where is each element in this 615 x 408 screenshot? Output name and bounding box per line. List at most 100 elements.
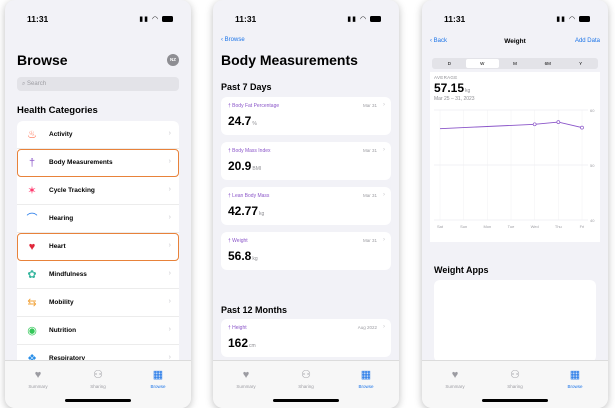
tab-browse[interactable]: ▦ Browse <box>128 369 188 389</box>
status-time: 11:31 <box>235 14 257 24</box>
category-label: Cycle Tracking <box>49 187 95 194</box>
segment-d[interactable]: D <box>433 59 466 68</box>
section-title-recent: Past 7 Days <box>221 82 272 92</box>
category-row[interactable]: † Body Measurements › <box>17 149 179 177</box>
flower-icon: ✿ <box>27 269 37 281</box>
heart-icon: ♥ <box>34 369 42 381</box>
back-label: Browse <box>224 37 245 43</box>
category-row[interactable]: ◉ Nutrition › <box>17 317 179 345</box>
category-row[interactable]: ⇆ Mobility › <box>17 289 179 317</box>
arrows-icon: ⇆ <box>27 297 37 309</box>
category-label: Nutrition <box>49 327 77 334</box>
category-row[interactable]: ✿ Mindfulness › <box>17 261 179 289</box>
measurement-value: 20.9BMI <box>228 159 261 173</box>
back-button[interactable]: ‹ Browse <box>221 37 245 43</box>
battery-icon <box>370 16 381 23</box>
measurement-card[interactable]: † Body Mass Index Mar 31 › 20.9BMI <box>221 142 391 180</box>
weight-chart[interactable]: 60 50 40 Sat Sun Mon Tue Wed Thu Fri <box>430 72 600 242</box>
flame-icon: ♨ <box>27 129 37 141</box>
chevron-right-icon: › <box>168 298 171 305</box>
add-data-button[interactable]: Add Data <box>575 38 600 44</box>
tab-summary[interactable]: ♥ Summary <box>8 369 68 389</box>
tab-label: Sharing <box>298 384 314 389</box>
chevron-right-icon: › <box>383 237 385 243</box>
data-point[interactable] <box>556 120 561 124</box>
heart-icon: ♥ <box>242 369 250 381</box>
measurement-number: 56.8 <box>228 249 252 263</box>
chevron-right-icon: › <box>168 242 171 249</box>
tab-label: Summary <box>445 384 465 389</box>
measurement-date: Mar 31 <box>362 103 377 108</box>
y-tick-label: 40 <box>590 218 595 223</box>
measurement-number: 42.77 <box>228 204 259 218</box>
status-bar: 11:31 ▮▮ ◠ <box>5 14 191 26</box>
heart-icon: ♥ <box>451 369 459 381</box>
segment-y[interactable]: Y <box>564 59 597 68</box>
tab-sharing[interactable]: ⚇ Sharing <box>68 369 128 389</box>
section-title-older: Past 12 Months <box>221 305 288 315</box>
category-label: Hearing <box>49 215 74 222</box>
chevron-right-icon: › <box>168 214 171 221</box>
grid-icon: ▦ <box>569 369 581 381</box>
avatar[interactable]: NZ <box>167 54 179 66</box>
people-icon: ⚇ <box>301 369 311 381</box>
tab-sharing[interactable]: ⚇ Sharing <box>276 369 336 389</box>
measurement-number: 24.7 <box>228 114 252 128</box>
chevron-right-icon: › <box>383 324 385 330</box>
measurement-value: 24.7% <box>228 114 257 128</box>
battery-icon <box>579 16 590 23</box>
tab-label: Browse <box>358 384 374 389</box>
category-label: Mobility <box>49 299 74 306</box>
category-row[interactable]: ✶ Cycle Tracking › <box>17 177 179 205</box>
search-icon: ⌕ <box>22 81 26 87</box>
chevron-right-icon: › <box>168 158 171 165</box>
section-title: Health Categories <box>17 105 98 116</box>
tab-sharing[interactable]: ⚇ Sharing <box>485 369 545 389</box>
status-bar: 11:31 ▮▮ ◠ <box>213 14 399 26</box>
tab-bar: ♥ Summary ⚇ Sharing ▦ Browse <box>5 360 191 408</box>
measurement-card[interactable]: † Lean Body Mass Mar 31 › 42.77kg <box>221 187 391 225</box>
data-point[interactable] <box>580 125 584 130</box>
tab-browse[interactable]: ▦ Browse <box>336 369 396 389</box>
measurement-card[interactable]: † Height Aug 2022 › 162cm <box>221 319 391 357</box>
measurement-unit: kg <box>252 256 258 262</box>
status-time: 11:31 <box>27 14 49 24</box>
tab-browse[interactable]: ▦ Browse <box>545 369 605 389</box>
tab-label: Browse <box>567 384 583 389</box>
measurement-date: Mar 31 <box>362 193 377 198</box>
page-title: Browse <box>17 52 68 68</box>
x-tick-label: Thu <box>555 224 562 229</box>
chevron-right-icon: › <box>168 270 171 277</box>
segment-6m[interactable]: 6M <box>531 59 564 68</box>
data-point[interactable] <box>532 122 537 127</box>
home-indicator <box>65 399 131 402</box>
measurement-card[interactable]: † Body Fat Percentage Mar 31 › 24.7% <box>221 97 391 135</box>
measurement-label: † Height <box>228 325 247 331</box>
x-tick-label: Sun <box>460 224 467 229</box>
measurement-label: † Lean Body Mass <box>228 193 270 199</box>
chevron-right-icon: › <box>168 130 171 137</box>
measurement-card[interactable]: † Weight Mar 31 › 56.8kg <box>221 232 391 270</box>
search-input[interactable]: ⌕ Search <box>17 77 179 91</box>
search-placeholder: Search <box>27 81 47 87</box>
figure-icon: † <box>28 157 36 169</box>
chevron-right-icon: › <box>168 326 171 333</box>
category-label: Activity <box>49 131 73 138</box>
category-row[interactable]: ♨ Activity › <box>17 121 179 149</box>
home-indicator <box>273 399 339 402</box>
heart-icon: ♥ <box>28 241 36 253</box>
tab-summary[interactable]: ♥ Summary <box>216 369 276 389</box>
category-row[interactable]: ♥ Heart › <box>17 233 179 261</box>
category-row[interactable]: ⌒ Hearing › <box>17 205 179 233</box>
segment-m[interactable]: M <box>499 59 532 68</box>
tab-summary[interactable]: ♥ Summary <box>425 369 485 389</box>
category-list: ♨ Activity › † Body Measurements › ✶ Cycle Trac… <box>17 121 179 373</box>
chart-card: AVERAGE 57.15kg Mar 25 – 31, 2023 60 50 40… <box>430 72 600 242</box>
y-tick-label: 60 <box>590 108 595 113</box>
cycle-icon: ✶ <box>27 185 37 197</box>
apple-icon: ◉ <box>27 325 37 337</box>
status-icons: ▮▮ ◠ <box>139 15 173 23</box>
weight-apps-title: Weight Apps <box>434 265 489 275</box>
y-tick-label: 50 <box>590 163 595 168</box>
segment-w[interactable]: W <box>465 59 499 68</box>
